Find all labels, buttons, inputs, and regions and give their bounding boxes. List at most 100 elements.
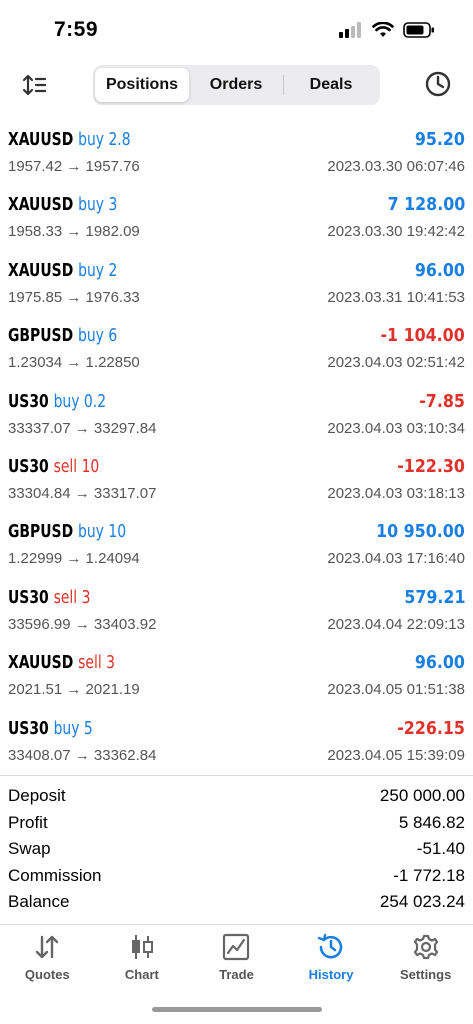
battery-icon xyxy=(403,22,434,38)
summary-row: Swap -51.40 xyxy=(0,836,473,863)
tab-settings-label: Settings xyxy=(400,967,452,982)
position-prices: 1.23034 → 1.22850 xyxy=(8,354,140,372)
position-profit: -122.30 xyxy=(397,455,465,477)
tab-quotes-label: Quotes xyxy=(24,967,70,982)
symbol-name: XAUUSD xyxy=(8,652,74,674)
trade-chart-icon xyxy=(223,933,250,961)
sort-button[interactable] xyxy=(20,70,50,100)
wifi-icon xyxy=(372,22,394,37)
summary-value: -1 772.18 xyxy=(393,865,465,885)
symbol-name: XAUUSD xyxy=(8,259,74,281)
summary-section: Deposit 250 000.00 Profit 5 846.82 Swap -51.4… xyxy=(0,783,473,916)
position-profit: 96.00 xyxy=(414,652,465,674)
gear-icon xyxy=(413,934,438,960)
position-row[interactable]: US30 sell 10 -122.30 33304.84 → 33317.07 20… xyxy=(0,451,473,516)
position-profit: 579.21 xyxy=(403,586,465,608)
position-row[interactable]: GBPUSD buy 6 -1 104.00 1.23034 → 1.22850 20… xyxy=(0,320,473,385)
symbol-name: US30 xyxy=(8,390,49,412)
summary-row: Balance 254 023.24 xyxy=(0,889,473,916)
status-icons xyxy=(339,22,435,38)
tab-trade[interactable]: Trade xyxy=(189,925,284,995)
tab-history[interactable]: History xyxy=(284,925,379,995)
tab-chart[interactable]: Chart xyxy=(95,925,190,995)
position-prices: 33408.07 → 33362.84 xyxy=(8,746,157,764)
position-prices: 1957.42 → 1957.76 xyxy=(8,158,140,175)
position-side-volume: buy 2 xyxy=(78,259,118,281)
history-period-button[interactable] xyxy=(423,69,453,99)
position-prices: 2021.51 → 2021.19 xyxy=(8,681,140,699)
position-time: 2023.04.05 15:39:09 xyxy=(327,746,465,764)
summary-row: Profit 5 846.82 xyxy=(0,810,473,837)
position-profit: 95.20 xyxy=(414,129,465,150)
symbol-name: GBPUSD xyxy=(8,521,74,543)
history-clock-icon xyxy=(317,933,343,959)
summary-label: Commission xyxy=(8,865,102,885)
position-side-volume: buy 10 xyxy=(78,521,127,543)
tab-chart-label: Chart xyxy=(124,967,159,982)
summary-label: Profit xyxy=(8,812,48,832)
position-side-volume: buy 6 xyxy=(78,325,118,347)
position-profit: 7 128.00 xyxy=(387,194,465,216)
summary-row: Deposit 250 000.00 xyxy=(0,783,473,810)
position-time: 2023.03.31 10:41:53 xyxy=(327,288,465,306)
symbol-name: XAUUSD xyxy=(8,194,74,216)
position-row[interactable]: GBPUSD buy 10 10 950.00 1.22999 → 1.24094 2… xyxy=(0,516,473,581)
position-symbol: XAUUSD buy 2 xyxy=(8,260,117,281)
position-side-volume: sell 3 xyxy=(53,586,91,608)
tab-orders[interactable]: Orders xyxy=(189,68,283,102)
position-profit: 96.00 xyxy=(414,259,465,281)
tab-settings[interactable]: Settings xyxy=(378,925,473,995)
position-row[interactable]: XAUUSD buy 3 7 128.00 1958.33 → 1982.09 202… xyxy=(0,189,473,254)
positions-list: XAUUSD buy 2.8 95.20 1957.42 → 1957.76 2023… xyxy=(0,124,473,778)
position-symbol: XAUUSD sell 3 xyxy=(8,652,115,673)
position-symbol: XAUUSD buy 3 xyxy=(8,194,117,215)
position-symbol: US30 buy 0.2 xyxy=(8,391,106,412)
position-row[interactable]: XAUUSD sell 3 96.00 2021.51 → 2021.19 2023.… xyxy=(0,647,473,712)
position-symbol: US30 sell 10 xyxy=(8,456,99,477)
toolbar: Positions Orders Deals xyxy=(0,62,473,108)
sort-icon xyxy=(22,74,47,96)
position-row[interactable]: US30 buy 0.2 -7.85 33337.07 → 33297.84 2023… xyxy=(0,386,473,451)
position-time: 2023.03.30 06:07:46 xyxy=(327,158,465,175)
position-row[interactable]: XAUUSD buy 2 96.00 1975.85 → 1976.33 2023.0… xyxy=(0,255,473,320)
position-time: 2023.04.03 03:10:34 xyxy=(327,419,465,437)
position-row[interactable]: XAUUSD buy 2.8 95.20 1957.42 → 1957.76 2023… xyxy=(0,124,473,189)
candlestick-icon xyxy=(131,935,153,959)
position-time: 2023.04.03 17:16:40 xyxy=(327,550,465,568)
position-time: 2023.04.04 22:09:13 xyxy=(327,615,465,633)
position-profit: 10 950.00 xyxy=(376,521,465,543)
position-row[interactable]: US30 sell 3 579.21 33596.99 → 33403.92 2023… xyxy=(0,582,473,647)
tab-deals[interactable]: Deals xyxy=(284,68,378,102)
tab-positions[interactable]: Positions xyxy=(95,68,189,102)
position-prices: 1975.85 → 1976.33 xyxy=(8,288,140,306)
segmented-control: Positions Orders Deals xyxy=(93,65,380,105)
tab-bar: Quotes Chart Trade History Settings xyxy=(0,924,473,995)
position-side-volume: buy 0.2 xyxy=(53,390,107,412)
summary-value: 254 023.24 xyxy=(379,892,465,912)
tab-history-label: History xyxy=(308,967,354,982)
home-indicator xyxy=(152,1007,322,1012)
summary-value: 5 846.82 xyxy=(398,812,465,832)
summary-row: Commission -1 772.18 xyxy=(0,863,473,890)
position-side-volume: buy 3 xyxy=(78,194,118,216)
tab-trade-label: Trade xyxy=(219,967,254,982)
position-symbol: XAUUSD buy 2.8 xyxy=(8,129,131,150)
position-prices: 1.22999 → 1.24094 xyxy=(8,550,140,568)
status-bar: 7:59 xyxy=(0,0,473,60)
position-prices: 33596.99 → 33403.92 xyxy=(8,615,157,633)
summary-label: Swap xyxy=(8,839,51,859)
status-time: 7:59 xyxy=(54,18,99,41)
quotes-arrows-icon xyxy=(36,935,59,959)
position-prices: 33304.84 → 33317.07 xyxy=(8,484,157,502)
symbol-name: US30 xyxy=(8,455,49,477)
summary-value: 250 000.00 xyxy=(379,786,465,805)
position-time: 2023.04.05 01:51:38 xyxy=(327,681,465,699)
position-symbol: GBPUSD buy 6 xyxy=(8,325,117,346)
position-time: 2023.04.03 03:18:13 xyxy=(327,484,465,502)
symbol-name: XAUUSD xyxy=(8,129,74,150)
symbol-name: GBPUSD xyxy=(8,325,74,347)
tab-quotes[interactable]: Quotes xyxy=(0,925,95,995)
position-time: 2023.03.30 19:42:42 xyxy=(327,223,465,241)
position-symbol: US30 buy 5 xyxy=(8,718,93,739)
position-row[interactable]: US30 buy 5 -226.15 33408.07 → 33362.84 2023… xyxy=(0,713,473,778)
